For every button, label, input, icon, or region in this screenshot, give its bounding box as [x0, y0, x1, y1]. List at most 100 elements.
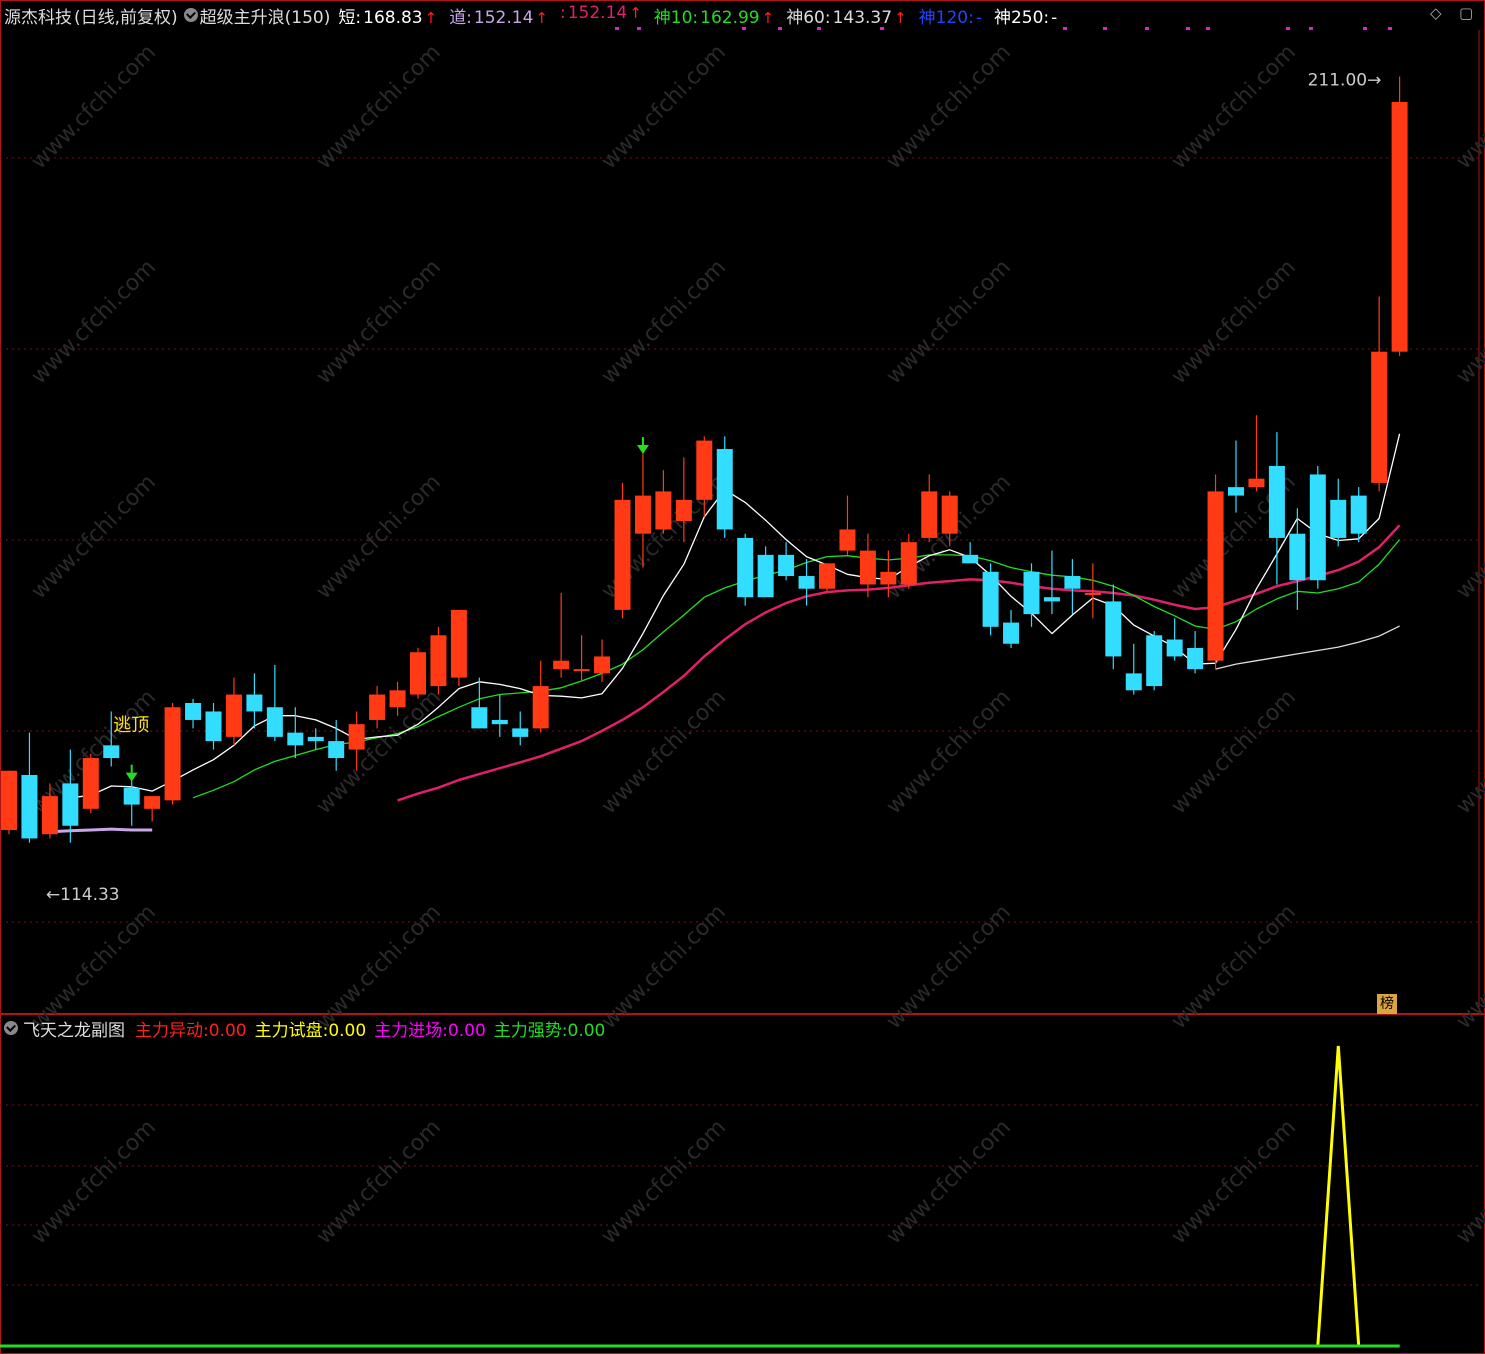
candle-body	[839, 529, 856, 551]
up-arrow-icon: ↑	[535, 8, 548, 27]
candle	[205, 703, 222, 750]
candle-body	[512, 728, 529, 737]
watermark-text: www.cfchi.com	[1167, 40, 1301, 174]
indicator-item: 神10: 162.99 ↑	[654, 3, 776, 28]
candle-body	[737, 537, 754, 598]
stock-name[interactable]: 源杰科技	[4, 3, 72, 28]
ma-magenta-line	[397, 524, 1401, 802]
watermark-text: www.cfchi.com	[1452, 40, 1485, 174]
low-price-label: ←114.33	[46, 885, 120, 905]
candle	[1125, 643, 1142, 695]
candle-body	[1207, 491, 1224, 661]
window-toggle-icon[interactable]: ▢	[1459, 4, 1473, 22]
ma-lavender-line	[49, 827, 153, 834]
sub-header: 飞天之龙副图 主力异动:0.00 主力试盘:0.00 主力进场:0.00 主力强势:0…	[0, 1016, 613, 1041]
candle-body	[1125, 673, 1142, 691]
candle-body	[1064, 576, 1081, 589]
sub-indicator-toggle-icon[interactable]	[4, 1021, 18, 1035]
candle	[1391, 76, 1408, 356]
watermark-layer: www.cfchi.com www.cfchi.com www.cfchi.com w…	[27, 40, 1485, 1249]
up-arrow-icon: ↑	[761, 8, 775, 27]
candle-body	[287, 732, 304, 746]
indicator-item-value: 162.99	[700, 7, 760, 28]
watermark-text: www.cfchi.com	[882, 1115, 1016, 1249]
candle	[287, 707, 304, 759]
signal-dot	[1103, 27, 1107, 30]
candle	[307, 728, 324, 750]
indicator-item-value: 152.14	[473, 7, 534, 28]
watermark-text: www.cfchi.com	[597, 255, 731, 389]
candle-body	[103, 745, 120, 759]
sub-indicator-title[interactable]: 飞天之龙副图	[23, 1016, 125, 1041]
indicator-item-value: 152.14	[567, 2, 628, 23]
candle-body	[21, 774, 38, 839]
candle-body	[757, 554, 774, 598]
candle-body	[369, 694, 386, 720]
watermark-text: www.cfchi.com	[597, 685, 731, 819]
candle	[471, 677, 488, 729]
candle-body	[1105, 601, 1122, 657]
candle-body	[859, 550, 876, 585]
candle	[1309, 465, 1326, 589]
candle	[1166, 618, 1183, 661]
candle-body	[410, 652, 426, 695]
candle-body	[716, 449, 733, 530]
candle	[655, 470, 672, 534]
candle	[144, 796, 161, 822]
up-arrow-icon: ↑	[894, 8, 907, 27]
signal-dot	[1186, 27, 1190, 30]
period-label[interactable]: (日线,前复权)	[74, 3, 178, 28]
indicator-item-value: -	[1051, 7, 1058, 28]
candle-body	[819, 563, 835, 589]
candle	[1023, 563, 1040, 627]
indicator-item-value: 168.83	[363, 7, 423, 28]
up-arrow-icon: ↑	[629, 3, 642, 22]
diamond-icon[interactable]: ◇	[1430, 4, 1442, 22]
watermark-text: www.cfchi.com	[1452, 1115, 1485, 1249]
candle-body	[1289, 533, 1306, 581]
candle	[1268, 432, 1285, 585]
sub-chart	[0, 1045, 1400, 1348]
sub-indicator-value: 0.00	[328, 1020, 367, 1041]
candle	[859, 533, 876, 598]
signal-dot	[1206, 27, 1210, 30]
candle	[1228, 440, 1244, 513]
indicator-item-label: 神60:	[786, 7, 831, 28]
candle	[900, 533, 917, 589]
candle-body	[225, 694, 242, 737]
candle	[512, 711, 529, 746]
candle	[450, 609, 467, 687]
candle-body	[1371, 351, 1388, 483]
watermark-text: www.cfchi.com	[1167, 685, 1301, 819]
watermark-text: www.cfchi.com	[597, 40, 731, 174]
candle	[962, 542, 979, 564]
candle-body	[328, 741, 345, 759]
candle	[716, 436, 733, 538]
kline-chart[interactable]: www.cfchi.com www.cfchi.com www.cfchi.com w…	[0, 0, 1485, 1354]
candle	[532, 660, 549, 733]
watermark-text: www.cfchi.com	[882, 255, 1016, 389]
candle	[1371, 296, 1388, 492]
sub-indicator-item: 主力强势:0.00	[494, 1016, 606, 1041]
candle	[82, 753, 99, 814]
candle-body	[164, 707, 181, 801]
watermark-text: www.cfchi.com	[27, 255, 161, 389]
ma-long-line	[1215, 625, 1400, 670]
candle-body	[1228, 487, 1244, 496]
sub-indicator-label: 主力进场:	[374, 1020, 448, 1041]
candle-body	[941, 495, 958, 534]
candle	[614, 482, 631, 619]
indicator-toggle-icon[interactable]	[183, 8, 198, 22]
candle-body	[1391, 101, 1408, 352]
sub-indicator-item: 主力异动:0.00	[135, 1016, 247, 1041]
candle-body	[266, 707, 283, 737]
candle-body	[798, 576, 815, 589]
candle	[757, 546, 774, 598]
candle	[430, 626, 447, 695]
candle-body	[1309, 474, 1326, 581]
sub-indicator-label: 主力试盘:	[254, 1020, 329, 1041]
ranking-badge[interactable]: 榜	[1377, 994, 1397, 1014]
sub-indicator-value: 0.00	[447, 1020, 486, 1041]
candle	[1, 770, 17, 835]
indicator-name[interactable]: 超级主升浪(150)	[200, 3, 331, 28]
